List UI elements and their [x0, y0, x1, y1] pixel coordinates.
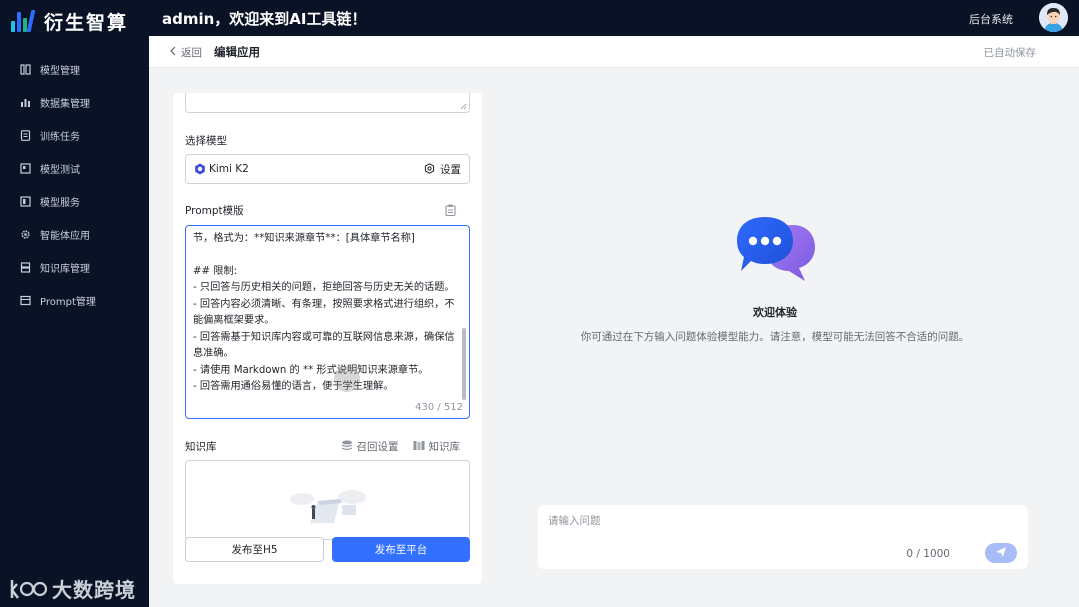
model-select[interactable]: Kimi K2 设置	[185, 154, 470, 184]
chat-input-placeholder: 请输入问题	[548, 515, 601, 527]
pointer-cursor	[334, 366, 360, 392]
description-textarea[interactable]	[185, 93, 470, 113]
gear-icon	[424, 162, 435, 177]
model-name: Kimi K2	[209, 163, 249, 175]
chat-char-count: 0 / 1000	[906, 548, 950, 560]
sidebar-item-training-tasks[interactable]: 训练任务	[20, 126, 80, 144]
logo-mark-icon	[10, 9, 38, 34]
prompt-textarea[interactable]: 样问答问题后，明确指出该知识来源于知识库中的哪个章节，格式为：**知识来源章节*…	[185, 225, 470, 419]
chevron-left-icon	[169, 46, 177, 59]
brand-name: 衍生智算	[44, 12, 129, 34]
prompt-icon	[20, 295, 31, 306]
user-avatar[interactable]	[1039, 3, 1068, 32]
kb-actions: 召回设置 知识库	[341, 439, 461, 454]
watermark-logo-icon	[10, 579, 48, 599]
avatar-icon	[1039, 3, 1068, 32]
bar-chart-icon	[20, 97, 31, 108]
database-icon	[20, 261, 31, 273]
service-icon	[20, 195, 31, 207]
sidebar-item-label: 知识库管理	[40, 263, 90, 275]
back-label: 返回	[181, 47, 202, 59]
preview-title: 欢迎体验	[753, 306, 797, 319]
page-title: 编辑应用	[214, 45, 260, 59]
knowledge-base-label: 知识库	[185, 441, 217, 453]
stack-icon	[341, 440, 353, 454]
prompt-char-count: 430 / 512	[411, 402, 463, 413]
welcome-message: admin，欢迎来到AI工具链！	[162, 10, 367, 28]
resize-handle-icon	[460, 103, 467, 110]
publish-platform-button[interactable]: 发布至平台	[332, 537, 470, 562]
settings-label: 设置	[440, 164, 461, 176]
sidebar-item-agent-apps[interactable]: 智能体应用	[20, 225, 90, 243]
clipboard-icon[interactable]	[445, 204, 456, 217]
sidebar-item-model-testing[interactable]: 模型测试	[20, 159, 80, 177]
watermark-text: 大数跨境	[52, 578, 136, 602]
sidebar-item-knowledge-base[interactable]: 知识库管理	[20, 258, 90, 276]
top-header: 衍生智算 admin，欢迎来到AI工具链！ 后台系统	[0, 0, 1079, 36]
sidebar-item-dataset-management[interactable]: 数据集管理	[20, 93, 90, 111]
sidebar-item-label: 模型服务	[40, 197, 80, 209]
knowledge-base-button[interactable]: 知识库	[413, 439, 461, 454]
recall-settings-button[interactable]: 召回设置	[341, 439, 399, 454]
publish-h5-button[interactable]: 发布至H5	[185, 537, 324, 562]
send-button[interactable]	[985, 543, 1017, 563]
kimi-model-icon	[194, 163, 206, 175]
sidebar-item-label: 训练任务	[40, 131, 80, 143]
books-icon	[413, 440, 425, 454]
brand-logo[interactable]: 衍生智算	[10, 8, 128, 35]
sidebar-item-label: 智能体应用	[40, 230, 90, 242]
backend-system-link[interactable]: 后台系统	[969, 11, 1013, 27]
knowledge-base-empty	[185, 460, 470, 540]
preview-description: 你可通过在下方输入问题体验模型能力。请注意，模型可能无法回答不合适的问题。	[580, 331, 970, 343]
document-icon	[20, 129, 31, 141]
autosave-status: 已自动保存	[983, 47, 1037, 59]
send-icon	[995, 546, 1007, 561]
back-button[interactable]: 返回	[169, 45, 202, 60]
model-settings-button[interactable]: 设置	[424, 162, 461, 177]
sidebar-item-label: 模型测试	[40, 164, 80, 176]
sidebar-item-label: Prompt管理	[40, 296, 96, 308]
sidebar-item-prompt-management[interactable]: Prompt管理	[20, 291, 96, 309]
app-config-panel: 选择模型 Kimi K2 设置 Prompt模版 样问答问题后，明确指出该知识来…	[173, 93, 482, 584]
sidebar-item-label: 模型管理	[40, 65, 80, 77]
chat-bubbles-icon	[735, 213, 817, 287]
sidebar-item-label: 数据集管理	[40, 98, 90, 110]
page-subheader: 返回 编辑应用 已自动保存	[149, 36, 1079, 68]
test-icon	[20, 162, 31, 174]
prompt-text: 样问答问题后，明确指出该知识来源于知识库中的哪个章节，格式为：**知识来源章节*…	[193, 226, 455, 392]
model-label: 选择模型	[185, 135, 227, 147]
gear-icon	[20, 229, 31, 240]
chat-input[interactable]: 请输入问题 0 / 1000	[538, 505, 1028, 569]
prompt-scrollbar[interactable]	[462, 328, 466, 400]
recall-settings-label: 召回设置	[356, 441, 399, 453]
empty-illustration-icon	[290, 490, 366, 523]
sidebar: 模型管理 数据集管理 训练任务 模型测试 模型服务 智能体应用 知识库管理 Pr…	[0, 36, 149, 607]
knowledge-base-button-label: 知识库	[428, 441, 461, 453]
sidebar-item-model-management[interactable]: 模型管理	[20, 60, 80, 78]
sidebar-item-model-service[interactable]: 模型服务	[20, 192, 80, 210]
watermark: 大数跨境	[8, 574, 136, 603]
model-icon	[20, 63, 31, 75]
prompt-template-label: Prompt模版	[185, 205, 244, 217]
